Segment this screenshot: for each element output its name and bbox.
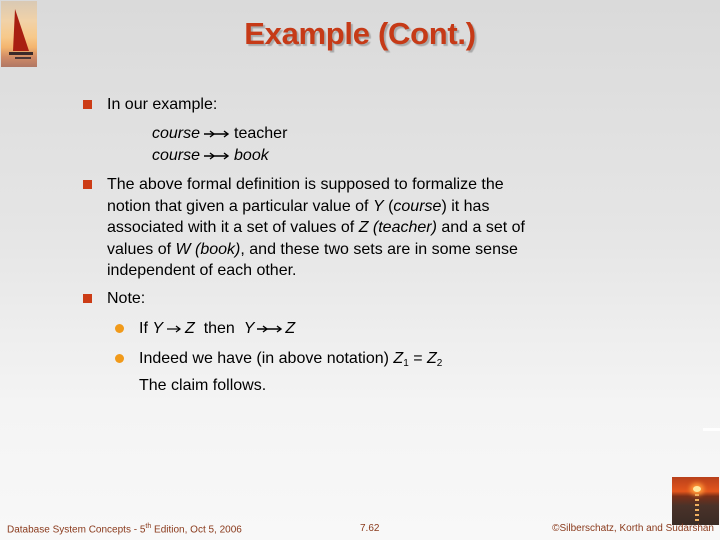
multivalued-arrow-icon xyxy=(204,129,230,139)
example-left: course xyxy=(152,147,201,164)
paragraph-line: independent of each other. xyxy=(107,262,297,279)
multivalued-arrow-icon xyxy=(204,151,230,161)
functional-dependency-arrow-icon xyxy=(167,325,182,333)
paragraph-line: notion that given a particular value of … xyxy=(107,197,490,215)
bullet-text: Note: xyxy=(107,290,146,307)
example-right: book xyxy=(234,147,269,164)
round-bullet-icon xyxy=(115,324,124,333)
decorative-streak xyxy=(703,428,720,431)
square-bullet-icon xyxy=(83,100,92,109)
sub-bullet-text: If YZ then YZ xyxy=(139,320,296,337)
square-bullet-icon xyxy=(83,294,92,303)
paragraph-line: values of W (book), and these two sets a… xyxy=(107,240,518,258)
example-line: course book xyxy=(152,145,269,167)
slide-title: Example (Cont.) xyxy=(244,16,476,51)
footer-page-number: 7.62 xyxy=(360,523,380,534)
square-bullet-icon xyxy=(83,180,92,189)
multivalued-arrow-icon xyxy=(257,324,283,334)
footer-left: Database System Concepts - 5th Edition, … xyxy=(7,523,242,536)
bullet-paragraph: The above formal definition is supposed … xyxy=(107,174,525,282)
example-right: teacher xyxy=(234,125,288,142)
sub-bullet-text: Indeed we have (in above notation) Z1 = … xyxy=(139,350,443,394)
paragraph-line: The above formal definition is supposed … xyxy=(107,176,504,193)
round-bullet-icon xyxy=(115,354,124,363)
paragraph-line: associated with it a set of values of Z … xyxy=(107,219,525,236)
footer-copyright: ©Silberschatz, Korth and Sudarshan xyxy=(552,523,714,534)
example-line: course teacher xyxy=(152,123,287,145)
bullet-text: In our example: xyxy=(107,96,218,113)
example-left: course xyxy=(152,125,201,142)
sunset-icon xyxy=(672,477,719,525)
